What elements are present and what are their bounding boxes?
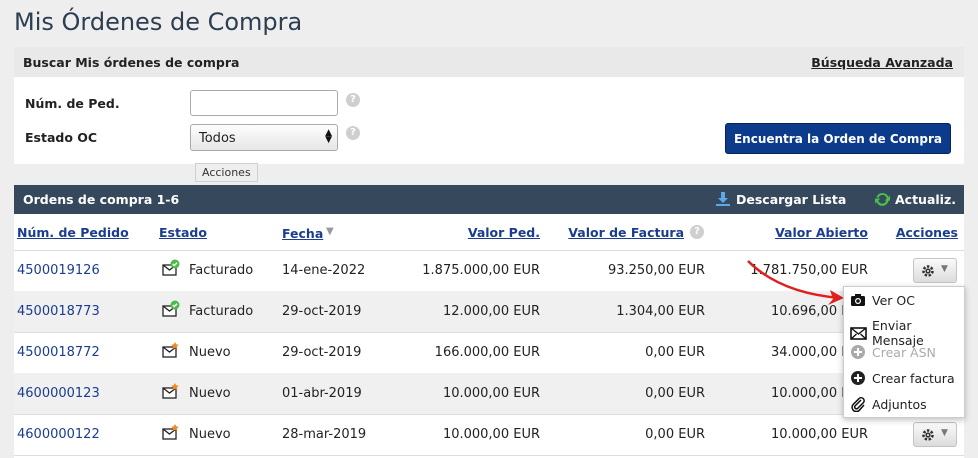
status-text: Nuevo <box>189 345 231 360</box>
gear-icon <box>922 265 934 277</box>
col-order-num[interactable]: Núm. de Pedido <box>17 225 129 240</box>
help-icon[interactable]: ? <box>690 225 704 239</box>
order-value: 12.000,00 EUR <box>442 304 540 319</box>
help-icon[interactable]: ? <box>346 126 360 140</box>
actions-button[interactable]: ▼ <box>913 258 957 283</box>
results-heading: Ordens de compra 1-6 <box>23 192 180 207</box>
menu-item-adjuntos[interactable]: Adjuntos <box>850 396 927 413</box>
date-text: 29-oct-2019 <box>282 345 362 360</box>
order-num-input[interactable] <box>190 90 338 116</box>
order-link[interactable]: 4600000123 <box>17 386 100 401</box>
date-text: 01-abr-2019 <box>282 386 362 401</box>
invoice-value: 0,00 EUR <box>645 427 705 442</box>
menu-item-crear-asn: Crear ASN <box>850 344 936 360</box>
order-link[interactable]: 4600000122 <box>17 427 100 442</box>
status-text: Nuevo <box>189 386 231 401</box>
envelope-icon <box>850 325 867 341</box>
col-open-value[interactable]: Valor Abierto <box>775 225 868 240</box>
refresh-icon <box>875 193 890 206</box>
paperclip-icon <box>850 396 866 413</box>
envelope-new-icon <box>162 342 179 358</box>
menu-item-ver-oc[interactable]: Ver OC <box>850 292 915 308</box>
col-order-value[interactable]: Valor Ped. <box>468 225 540 240</box>
refresh-label: Actualiz. <box>895 192 956 207</box>
search-panel: Buscar Mis órdenes de compra Búsqueda Av… <box>14 47 964 164</box>
plus-circle-icon <box>850 344 866 360</box>
actions-tooltip: Acciones <box>195 163 258 182</box>
date-text: 28-mar-2019 <box>282 427 367 442</box>
col-status[interactable]: Estado <box>159 225 207 240</box>
select-arrows-icon: ▲ ▼ <box>325 128 332 145</box>
table-row[interactable]: 4600000122 Nuevo 28-mar-2019 10.000,00 E… <box>14 414 964 456</box>
col-date[interactable]: Fecha <box>282 226 323 241</box>
refresh-button[interactable]: Actualiz. <box>874 191 956 208</box>
col-actions[interactable]: Acciones <box>896 225 958 240</box>
date-text: 14-ene-2022 <box>282 263 366 278</box>
envelope-new-icon <box>162 383 179 399</box>
download-label: Descargar Lista <box>736 191 847 207</box>
actions-dropdown-menu: Ver OC Enviar Mensaje Crear ASN Crear factu… <box>843 286 965 418</box>
col-invoice-value[interactable]: Valor de Factura <box>568 225 684 240</box>
plus-circle-icon <box>850 370 866 386</box>
envelope-check-icon <box>162 300 180 317</box>
page-title: Mis Órdenes de Compra <box>14 8 303 36</box>
annotation-arrow <box>747 260 844 305</box>
menu-item-label: Crear ASN <box>872 344 936 360</box>
menu-item-crear-factura[interactable]: Crear factura <box>850 370 955 386</box>
status-text: Nuevo <box>189 427 231 442</box>
help-icon[interactable]: ? <box>346 93 360 107</box>
status-select[interactable]: Todos ▲ ▼ <box>190 124 338 151</box>
order-link[interactable]: 4500018772 <box>17 345 100 360</box>
order-link[interactable]: 4500019126 <box>17 263 100 278</box>
invoice-value: 0,00 EUR <box>645 386 705 401</box>
order-num-label: Núm. de Ped. <box>25 96 120 111</box>
order-value: 10.000,00 EUR <box>442 386 540 401</box>
chevron-down-icon: ▼ <box>941 264 948 274</box>
search-heading: Buscar Mis órdenes de compra <box>23 54 240 70</box>
menu-item-label: Ver OC <box>872 292 915 308</box>
status-text: Facturado <box>189 263 254 278</box>
envelope-check-icon <box>162 259 180 276</box>
results-panel: Ordens de compra 1-6 Descargar Lista Act… <box>14 185 964 458</box>
download-list-button[interactable]: Descargar Lista <box>715 191 846 207</box>
invoice-value: 1.304,00 EUR <box>616 304 705 319</box>
menu-item-label: Adjuntos <box>872 396 927 412</box>
invoice-value: 0,00 EUR <box>645 345 705 360</box>
camera-icon <box>850 292 866 308</box>
invoice-value: 93.250,00 EUR <box>607 263 705 278</box>
envelope-new-icon <box>162 424 179 440</box>
search-header: Buscar Mis órdenes de compra Búsqueda Av… <box>14 47 964 77</box>
find-order-button[interactable]: Encuentra la Orden de Compra <box>724 123 951 154</box>
chevron-down-icon: ▼ <box>941 428 948 438</box>
order-value: 166.000,00 EUR <box>434 345 540 360</box>
date-text: 29-oct-2019 <box>282 304 362 319</box>
status-select-value: Todos <box>199 131 236 146</box>
menu-item-label: Crear factura <box>872 370 955 386</box>
order-link[interactable]: 4500018773 <box>17 304 100 319</box>
table-header: Núm. de Pedido Estado Fecha ▼ Valor Ped.… <box>14 214 964 251</box>
status-text: Facturado <box>189 304 254 319</box>
advanced-search-link[interactable]: Búsqueda Avanzada <box>811 55 953 70</box>
order-value: 10.000,00 EUR <box>442 427 540 442</box>
results-header: Ordens de compra 1-6 Descargar Lista Act… <box>14 185 964 214</box>
download-icon <box>716 192 730 206</box>
sort-desc-icon[interactable]: ▼ <box>326 226 334 237</box>
status-label: Estado OC <box>25 130 98 145</box>
open-value: 10.000,00 EUR <box>770 427 868 442</box>
table-row[interactable]: 4500018772 Nuevo 29-oct-2019 166.000,00 … <box>14 332 964 374</box>
order-value: 1.875.000,00 EUR <box>422 263 540 278</box>
gear-icon <box>922 429 934 441</box>
actions-button[interactable]: ▼ <box>913 422 957 447</box>
table-row[interactable]: 4600000123 Nuevo 01-abr-2019 10.000,00 E… <box>14 373 964 415</box>
